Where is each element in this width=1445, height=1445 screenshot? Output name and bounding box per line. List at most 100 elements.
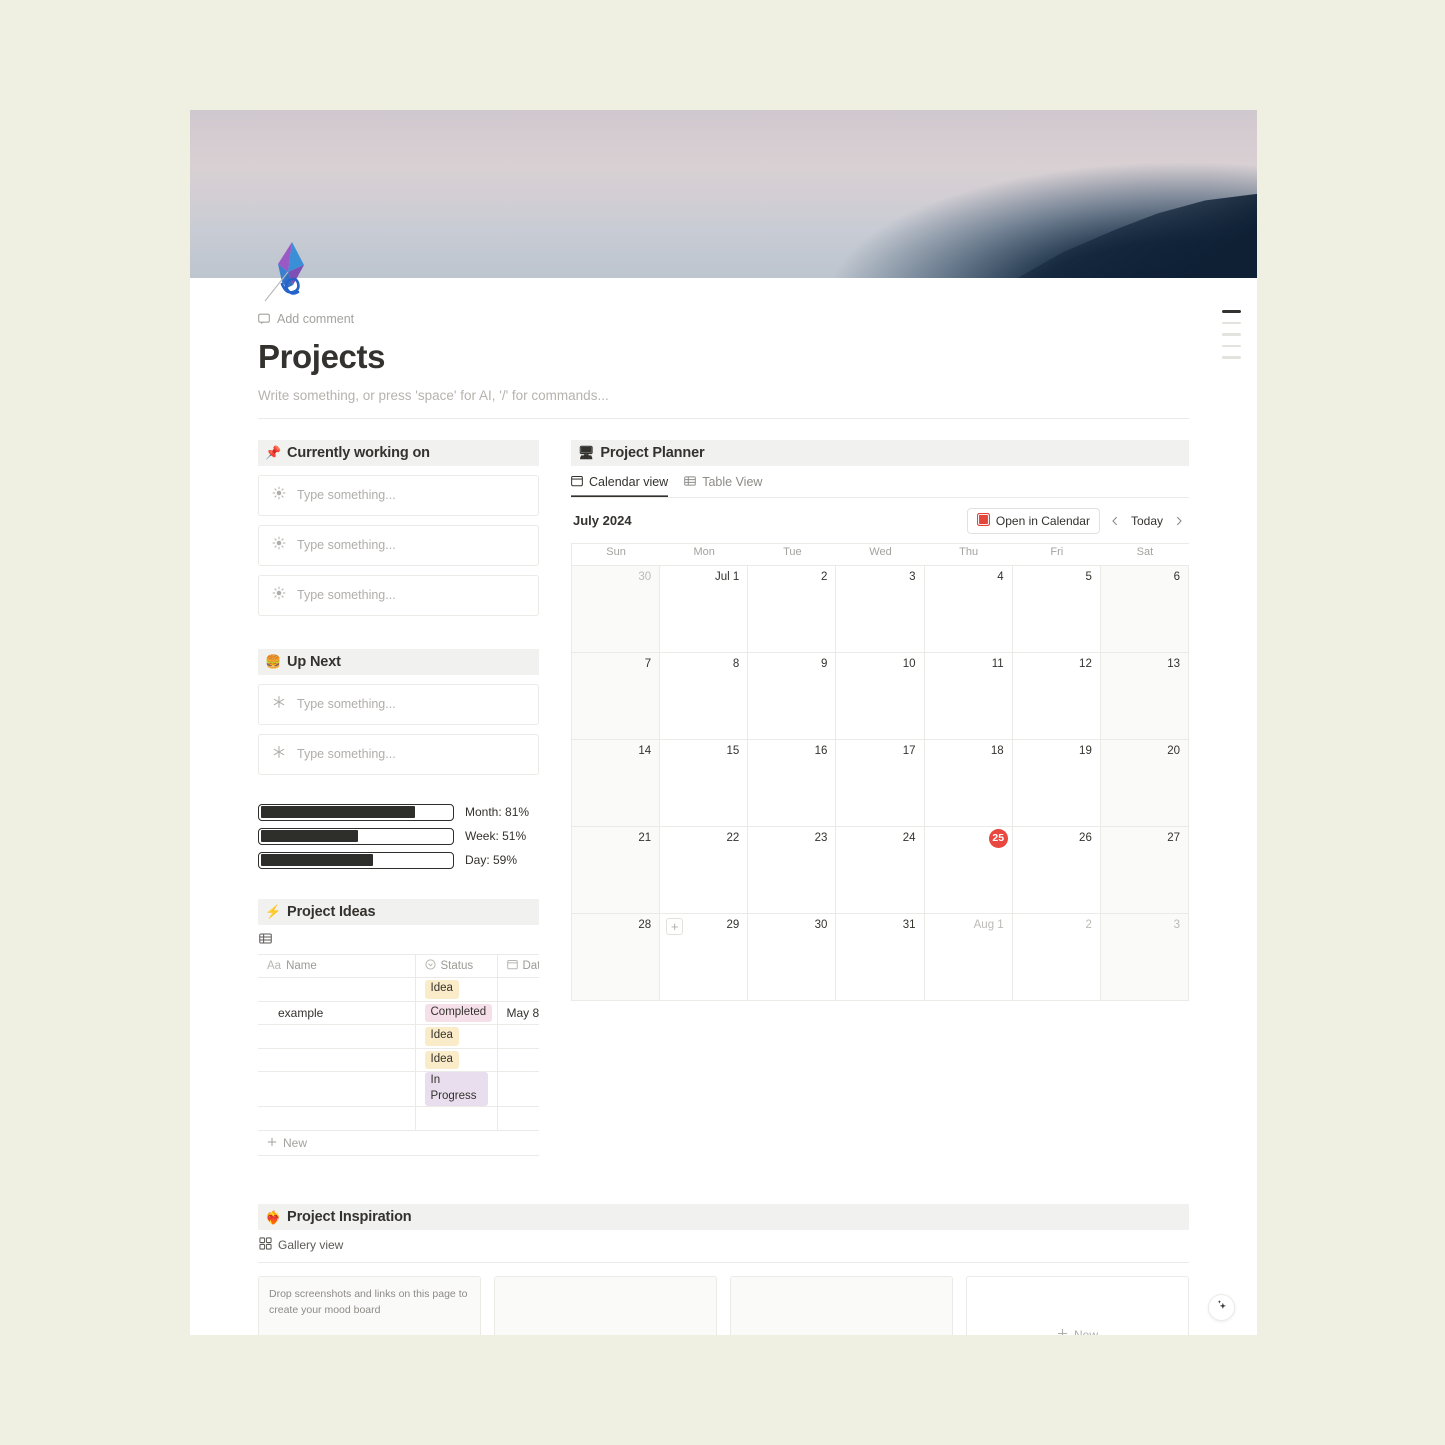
cell-date[interactable]: May 8, 2 [497,1000,539,1025]
cell-name[interactable] [258,1071,416,1107]
cell-status[interactable] [415,1106,498,1131]
table-row[interactable]: In Progress [258,1071,539,1107]
gallery-view-label: Gallery view [278,1238,344,1253]
table-row[interactable] [258,1106,539,1131]
calendar-toolbar: July 2024 Open in Calendar Today [571,498,1189,543]
cell-date[interactable] [497,1071,539,1107]
todo-row[interactable]: Type something... [258,733,539,775]
calendar-day-cell[interactable]: 16 [748,739,837,827]
add-comment-button[interactable]: Add comment [258,312,1189,326]
calendar-day-cell[interactable]: 21 [572,826,661,914]
calendar-day-cell[interactable]: 9 [748,652,837,740]
column-header-date[interactable]: Date [497,953,539,979]
calendar-day-cell[interactable]: 3 [1100,913,1189,1001]
calendar-add-event-button[interactable]: + [666,917,684,935]
todo-row[interactable]: Type something... [258,524,539,566]
cell-name[interactable]: example [258,1000,416,1025]
todo-row[interactable]: Type something... [258,474,539,516]
gallery-view-bar[interactable]: Gallery view [258,1230,1189,1264]
chevron-right-icon[interactable] [1170,512,1187,529]
cell-name[interactable] [258,1024,416,1049]
calendar-day-cell[interactable]: +29 [660,913,749,1001]
gallery-new-card-button[interactable]: New [966,1276,1189,1335]
calendar-day-cell[interactable]: 7 [572,652,661,740]
calendar-day-cell[interactable]: 26 [1012,826,1101,914]
cell-name[interactable] [258,1047,416,1072]
column-header-name[interactable]: Aa Name [258,953,416,979]
calendar-day-cell[interactable]: 22 [660,826,749,914]
calendar-day-cell[interactable]: 19 [1012,739,1101,827]
tab-table-view[interactable]: Table View [684,475,762,497]
calendar-day-cell[interactable]: 30 [572,565,661,653]
today-button[interactable]: Today [1128,514,1166,528]
calendar-tools: Open in Calendar Today [966,507,1187,534]
calendar-day-cell[interactable]: 6 [1100,565,1189,653]
calendar-day-cell[interactable]: 8 [660,652,749,740]
calendar-day-cell[interactable]: 11 [924,652,1013,740]
calendar-day-cell[interactable]: 2 [748,565,837,653]
calendar-day-cell[interactable]: 10 [836,652,925,740]
cell-name[interactable] [258,977,416,1002]
toc-line[interactable] [1222,310,1241,313]
cell-date[interactable] [497,977,539,1002]
calendar-day-cell[interactable]: 3 [836,565,925,653]
cover-mountain-silhouette [947,190,1257,278]
calendar-day-cell[interactable]: 31 [836,913,925,1001]
cell-status[interactable]: Completed [415,1000,498,1025]
calendar-day-cell[interactable]: Jul 1 [660,565,749,653]
calendar-day-cell[interactable]: 30 [748,913,837,1001]
page-cover[interactable] [190,110,1257,278]
ai-assistant-button[interactable] [1208,1294,1235,1321]
cell-date[interactable] [497,1106,539,1131]
page-title[interactable]: Projects [258,338,1189,376]
open-in-calendar-button[interactable]: Open in Calendar [966,507,1100,534]
table-row[interactable]: Idea [258,1024,539,1049]
table-of-contents-rail[interactable] [1222,310,1241,359]
kite-icon[interactable] [258,238,328,308]
page-body-placeholder[interactable]: Write something, or press 'space' for AI… [258,388,1189,419]
toc-line[interactable] [1222,321,1241,324]
calendar-day-cell[interactable]: 12 [1012,652,1101,740]
calendar-day-cell[interactable]: 24 [836,826,925,914]
gallery-card[interactable]: Drop screenshots and links on this page … [258,1276,481,1335]
table-row[interactable]: Idea [258,977,539,1002]
status-badge: Idea [424,1050,459,1070]
calendar-day-cell[interactable]: 15 [660,739,749,827]
cell-status[interactable]: Idea [415,1024,498,1049]
calendar-day-cell[interactable]: 5 [1012,565,1101,653]
cell-date[interactable] [497,1047,539,1072]
calendar-day-cell[interactable]: 2 [1012,913,1101,1001]
chevron-left-icon[interactable] [1107,512,1124,529]
table-row[interactable]: Idea [258,1047,539,1072]
calendar-day-cell[interactable]: 17 [836,739,925,827]
todo-row[interactable]: Type something... [258,683,539,725]
toc-line[interactable] [1222,344,1241,347]
ideas-new-row-button[interactable]: New [258,1130,539,1157]
calendar-day-cell[interactable]: 4 [924,565,1013,653]
calendar-day-cell[interactable]: 20 [1100,739,1189,827]
calendar-day-cell[interactable]: 27 [1100,826,1189,914]
gallery-card[interactable]: Mood Board 3 [730,1276,953,1335]
cell-status[interactable]: Idea [415,977,498,1002]
section-title: Project Inspiration [287,1209,412,1226]
column-header-status[interactable]: Status [415,953,498,979]
ideas-view-bar[interactable] [258,925,539,954]
status-badge: Idea [424,1027,459,1046]
cell-status[interactable]: Idea [415,1047,498,1072]
todo-row[interactable]: Type something... [258,574,539,616]
toc-line[interactable] [1222,356,1241,359]
calendar-day-cell[interactable]: 23 [748,826,837,914]
tab-calendar-view[interactable]: Calendar view [571,475,668,497]
calendar-day-cell[interactable]: 28 [572,913,661,1001]
calendar-day-cell[interactable]: 25 [924,826,1013,914]
gallery-card[interactable]: Mood Board 2 [494,1276,717,1335]
table-row[interactable]: example Completed May 8, 2 [258,1000,539,1025]
cell-status[interactable]: In Progress [415,1071,498,1107]
toc-line[interactable] [1222,333,1241,336]
cell-name[interactable] [258,1106,416,1131]
calendar-day-cell[interactable]: 18 [924,739,1013,827]
calendar-day-cell[interactable]: 14 [572,739,661,827]
calendar-day-cell[interactable]: 13 [1100,652,1189,740]
cell-date[interactable] [497,1024,539,1049]
calendar-day-cell[interactable]: Aug 1 [924,913,1013,1001]
